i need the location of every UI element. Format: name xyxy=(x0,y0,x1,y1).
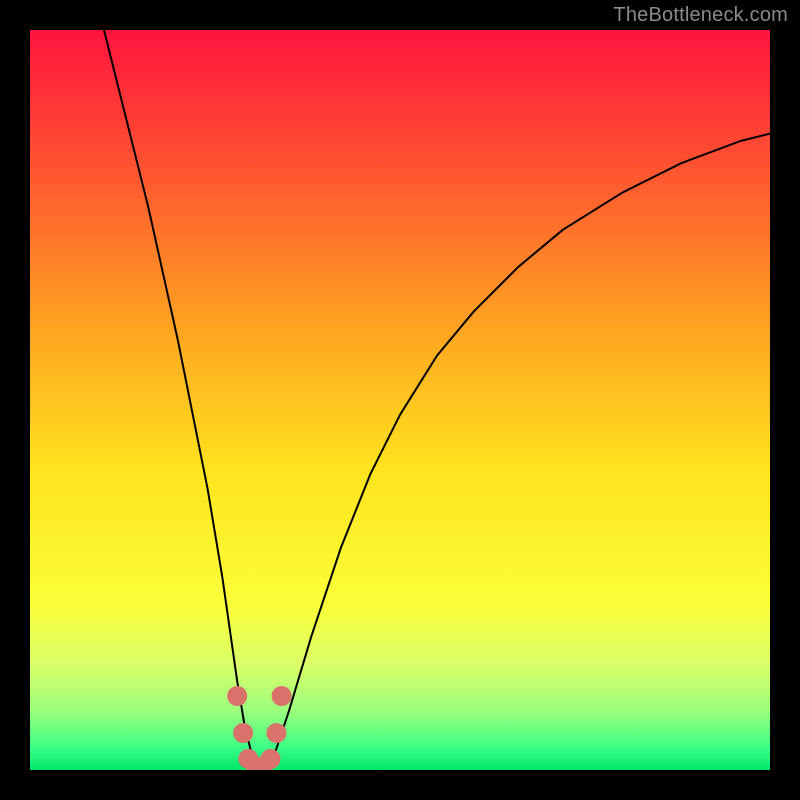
marker-dot xyxy=(227,686,247,706)
marker-dot xyxy=(266,723,286,743)
app-frame: TheBottleneck.com xyxy=(0,0,800,800)
marker-dot xyxy=(261,749,281,769)
chart-svg xyxy=(30,30,770,770)
marker-dot xyxy=(233,723,253,743)
marker-dot xyxy=(272,686,292,706)
chart-container xyxy=(30,30,770,770)
gradient-background xyxy=(30,30,770,770)
attribution-text: TheBottleneck.com xyxy=(613,4,788,27)
